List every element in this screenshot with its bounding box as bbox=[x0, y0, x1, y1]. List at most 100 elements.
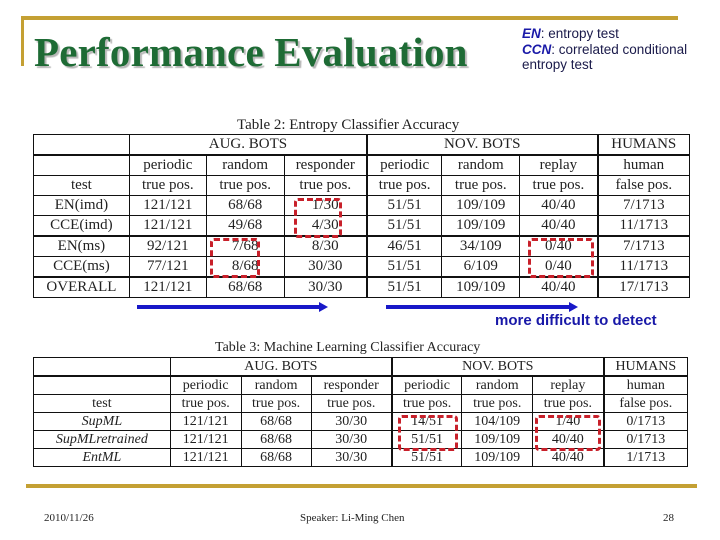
difficulty-arrow-nov-bots bbox=[386, 302, 578, 312]
value-cell: 30/30 bbox=[310, 448, 393, 467]
group-header: AUG. BOTS bbox=[128, 134, 368, 156]
footer-page-number: 28 bbox=[663, 512, 674, 524]
value-cell: 121/121 bbox=[128, 215, 207, 237]
value-cell: 11/1713 bbox=[597, 256, 690, 278]
value-cell: 30/30 bbox=[310, 412, 393, 431]
value-cell: 49/68 bbox=[205, 215, 285, 237]
metric-header: true pos. bbox=[240, 394, 312, 413]
metric-header: true pos. bbox=[205, 175, 285, 196]
footer-date: 2010/11/26 bbox=[44, 512, 94, 524]
metric-header: true pos. bbox=[366, 175, 443, 196]
value-cell: 11/1713 bbox=[597, 215, 690, 237]
value-cell: 104/109 bbox=[461, 412, 534, 431]
column-header: periodic bbox=[391, 375, 463, 395]
column-header: responder bbox=[310, 375, 393, 395]
value-cell: 77/121 bbox=[128, 256, 207, 278]
column-header: replay bbox=[532, 375, 605, 395]
value-cell: 109/109 bbox=[441, 195, 521, 216]
column-header: periodic bbox=[128, 154, 207, 176]
column-header: periodic bbox=[366, 154, 443, 176]
column-header: random bbox=[205, 154, 285, 176]
value-cell: 109/109 bbox=[461, 430, 534, 449]
value-cell: 6/109 bbox=[441, 256, 521, 278]
value-cell: 121/121 bbox=[169, 412, 242, 431]
metric-header: true pos. bbox=[283, 175, 368, 196]
corner-cell bbox=[33, 134, 130, 156]
group-header-row: AUG. BOTS NOV. BOTS HUMANS bbox=[33, 134, 690, 156]
metric-header: true pos. bbox=[169, 394, 242, 413]
left-accent-bar bbox=[21, 16, 24, 66]
value-cell: 109/109 bbox=[461, 448, 534, 467]
highlight-box-random-ms bbox=[210, 238, 260, 278]
value-cell: 68/68 bbox=[205, 276, 285, 298]
table2-caption: Table 2: Entropy Classifier Accuracy bbox=[237, 117, 460, 133]
highlight-box-replay-supml bbox=[535, 415, 601, 451]
value-cell: 0/1713 bbox=[603, 430, 688, 449]
highlight-box-responder-imd bbox=[294, 198, 342, 238]
metric-header: true pos. bbox=[461, 394, 534, 413]
value-cell: 17/1713 bbox=[597, 276, 690, 298]
top-accent-bar bbox=[21, 16, 678, 20]
value-cell: 1/1713 bbox=[603, 448, 688, 467]
column-header: random bbox=[461, 375, 534, 395]
value-cell: 68/68 bbox=[240, 412, 312, 431]
group-header: NOV. BOTS bbox=[391, 357, 605, 377]
value-cell: 51/51 bbox=[366, 256, 443, 278]
metric-header: true pos. bbox=[519, 175, 599, 196]
difficulty-arrow-aug-bots bbox=[137, 302, 328, 312]
column-header: periodic bbox=[169, 375, 242, 395]
abbreviation-legend: EN: entropy test CCN: correlated conditi… bbox=[522, 26, 692, 73]
column-header: random bbox=[441, 154, 521, 176]
group-header-row: AUG. BOTS NOV. BOTS HUMANS bbox=[33, 357, 688, 377]
value-cell: 30/30 bbox=[283, 256, 368, 278]
value-cell: 121/121 bbox=[169, 448, 242, 467]
table-row: CCE(imd) 121/121 49/68 4/30 51/51 109/109 40/4… bbox=[33, 215, 690, 237]
group-header: AUG. BOTS bbox=[169, 357, 393, 377]
metric-header: true pos. bbox=[128, 175, 207, 196]
group-header: HUMANS bbox=[597, 134, 690, 156]
value-cell: 121/121 bbox=[169, 430, 242, 449]
test-name-cell: OVERALL bbox=[33, 276, 130, 298]
value-cell: 40/40 bbox=[519, 215, 599, 237]
table-row: EN(imd) 121/121 68/68 1/30 51/51 109/109 40/40… bbox=[33, 195, 690, 216]
metric-row: test true pos. true pos. true pos. true pos.… bbox=[33, 175, 690, 196]
metric-header: false pos. bbox=[597, 175, 690, 196]
difficulty-annotation: more difficult to detect bbox=[495, 312, 657, 329]
value-cell: 40/40 bbox=[519, 276, 599, 298]
table-row: EntML 121/121 68/68 30/30 51/51 109/109 40/40 1… bbox=[33, 448, 688, 467]
table-row: OVERALL 121/121 68/68 30/30 51/51 109/109 40/4… bbox=[33, 276, 690, 298]
value-cell: 109/109 bbox=[441, 276, 521, 298]
corner-cell bbox=[33, 357, 171, 377]
blank-cell bbox=[33, 154, 130, 176]
test-name-cell: CCE(ms) bbox=[33, 256, 130, 278]
value-cell: 68/68 bbox=[205, 195, 285, 216]
value-cell: 68/68 bbox=[240, 448, 312, 467]
metric-row: test true pos. true pos. true pos. true pos.… bbox=[33, 394, 688, 413]
bottom-accent-bar bbox=[26, 484, 697, 488]
table3-caption: Table 3: Machine Learning Classifier Acc… bbox=[215, 340, 481, 355]
test-name-cell: CCE(imd) bbox=[33, 215, 130, 237]
value-cell: 109/109 bbox=[441, 215, 521, 237]
highlight-box-periodic-supml bbox=[398, 415, 458, 451]
blank-cell bbox=[33, 375, 171, 395]
metric-header: true pos. bbox=[310, 394, 393, 413]
column-header: responder bbox=[283, 154, 368, 176]
value-cell: 121/121 bbox=[128, 195, 207, 216]
value-cell: 46/51 bbox=[366, 235, 443, 257]
column-header: human bbox=[603, 375, 688, 395]
column-header: replay bbox=[519, 154, 599, 176]
group-header: HUMANS bbox=[603, 357, 688, 377]
value-cell: 40/40 bbox=[532, 448, 605, 467]
value-cell: 0/1713 bbox=[603, 412, 688, 431]
test-header: test bbox=[33, 394, 171, 413]
value-cell: 51/51 bbox=[366, 215, 443, 237]
metric-header: true pos. bbox=[391, 394, 463, 413]
value-cell: 68/68 bbox=[240, 430, 312, 449]
value-cell: 7/1713 bbox=[597, 235, 690, 257]
test-name-cell: EntML bbox=[33, 448, 171, 467]
value-cell: 30/30 bbox=[310, 430, 393, 449]
footer-speaker: Speaker: Li-Ming Chen bbox=[300, 512, 405, 524]
value-cell: 51/51 bbox=[366, 195, 443, 216]
value-cell: 121/121 bbox=[128, 276, 207, 298]
value-cell: 30/30 bbox=[283, 276, 368, 298]
